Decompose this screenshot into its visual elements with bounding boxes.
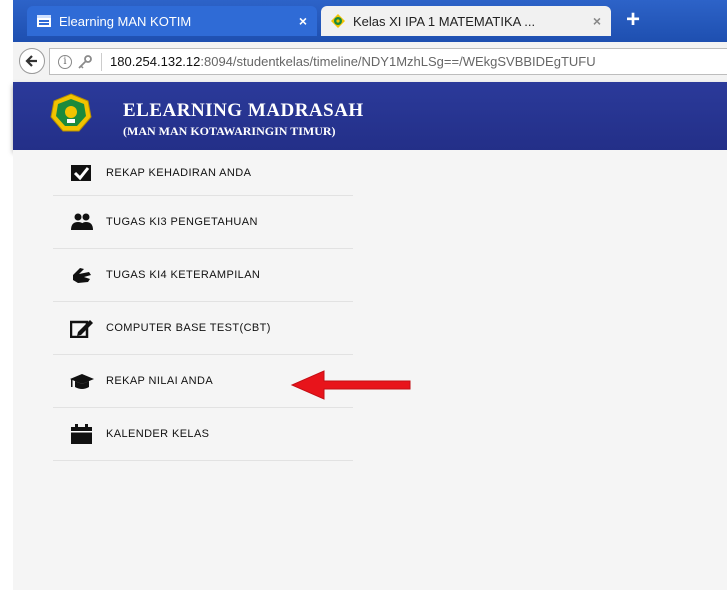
- student-menu: REKAP KEHADIRAN ANDA TUGAS KI3 PENGETAHU…: [53, 150, 353, 461]
- menu-item-label: REKAP KEHADIRAN ANDA: [106, 166, 252, 179]
- menu-item-rekap-kehadiran[interactable]: REKAP KEHADIRAN ANDA: [53, 150, 353, 196]
- menu-item-label: COMPUTER BASE TEST(CBT): [106, 322, 271, 334]
- hand-icon: [73, 268, 91, 283]
- menu-item-cbt[interactable]: COMPUTER BASE TEST(CBT): [53, 302, 353, 355]
- back-button[interactable]: [19, 48, 45, 74]
- menu-item-tugas-ki3[interactable]: TUGAS KI3 PENGETAHUAN: [53, 196, 353, 249]
- new-tab-button[interactable]: +: [621, 8, 645, 33]
- checkbox-icon: [71, 164, 91, 181]
- tab-close-icon[interactable]: ×: [299, 13, 307, 29]
- calendar-icon: [71, 424, 92, 444]
- site-subtitle: (MAN MAN KOTAWARINGIN TIMUR): [123, 124, 336, 138]
- tab-kelas-xi-ipa[interactable]: Kelas XI IPA 1 MATEMATIKA ... ×: [321, 6, 611, 36]
- red-arrow-annotation: [290, 370, 411, 400]
- site-title: ELEARNING MADRASAH: [123, 100, 364, 121]
- edit-icon: [70, 320, 93, 338]
- site-header: ELEARNING MADRASAH (MAN MAN KOTAWARINGIN…: [13, 82, 727, 150]
- menu-item-label: TUGAS KI4 KETERAMPILAN: [106, 269, 261, 281]
- url-divider: [101, 52, 102, 71]
- tab-title: Kelas XI IPA 1 MATEMATIKA ...: [353, 13, 536, 29]
- key-icon: [78, 54, 92, 69]
- menu-item-label: REKAP NILAI ANDA: [106, 375, 214, 387]
- window-icon: [37, 15, 51, 27]
- url-host: 180.254.132.12: [110, 54, 201, 69]
- url-path: :8094/studentkelas/timeline/NDY1MzhLSg==…: [200, 54, 596, 69]
- kemenag-logo-icon: [331, 14, 345, 28]
- menu-item-label: KALENDER KELAS: [106, 428, 210, 440]
- browser-tab-strip: Elearning MAN KOTIM × Kelas XI IPA 1 MAT…: [13, 0, 727, 42]
- browser-nav-bar: i 180.254.132.12 :8094/studentkelas/time…: [13, 42, 727, 83]
- back-arrow-icon: [25, 55, 37, 67]
- menu-item-label: TUGAS KI3 PENGETAHUAN: [106, 216, 258, 228]
- menu-item-kalender-kelas[interactable]: KALENDER KELAS: [53, 408, 353, 461]
- info-icon[interactable]: i: [58, 54, 72, 69]
- address-bar[interactable]: i 180.254.132.12 :8094/studentkelas/time…: [49, 48, 727, 75]
- tab-close-icon[interactable]: ×: [593, 13, 601, 29]
- tab-title: Elearning MAN KOTIM: [59, 13, 192, 29]
- menu-item-tugas-ki4[interactable]: TUGAS KI4 KETERAMPILAN: [53, 249, 353, 302]
- users-icon: [71, 213, 93, 230]
- tab-elearning-man-kotim[interactable]: Elearning MAN KOTIM ×: [27, 6, 317, 36]
- kemenag-logo-icon[interactable]: [50, 93, 92, 133]
- graduation-cap-icon: [70, 374, 94, 389]
